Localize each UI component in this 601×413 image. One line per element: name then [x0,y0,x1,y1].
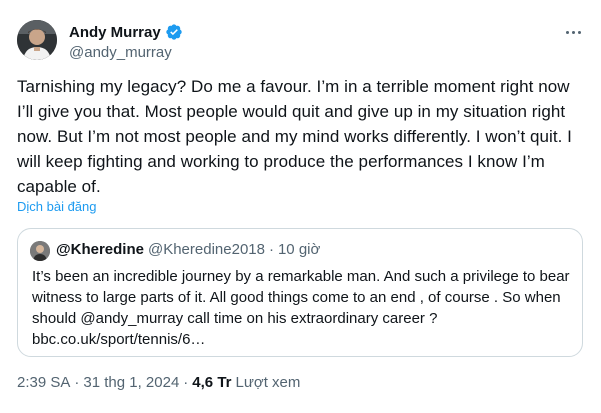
tweet-date[interactable]: 31 thg 1, 2024 [83,374,179,391]
quote-time: 10 giờ [277,241,321,258]
author-avatar[interactable] [17,20,57,60]
quote-author-name: @Kheredine [56,241,144,258]
more-options-icon[interactable] [562,24,584,40]
views-label: Lượt xem [235,374,301,391]
quote-separator: · [268,241,274,258]
tweet-meta: 2:39 SA · 31 thg 1, 2024 · 4,6 Tr Lượt x… [17,374,300,391]
quote-text: It’s been an incredible journey by a rem… [32,268,570,348]
translate-link[interactable]: Dịch bài đăng [17,199,97,214]
avatar-image [17,20,57,60]
author-name[interactable]: Andy Murray [69,24,161,41]
views-count: 4,6 Tr [192,374,232,391]
quote-author-avatar [30,241,50,261]
quote-author-handle: @Kheredine2018 [147,241,265,258]
verified-badge-icon [166,24,182,40]
author-name-row: Andy Murray [69,23,183,41]
author-handle[interactable]: @andy_murray [69,44,172,61]
tweet-text: Tarnishing my legacy? Do me a favour. I’… [17,77,572,196]
quote-avatar-image [30,241,50,261]
quoted-tweet[interactable]: @Kheredine @Kheredine2018 · 10 giờ It’s … [17,228,583,357]
tweet-header: Andy Murray @andy_murray [17,18,587,64]
meta-separator: · [74,374,80,391]
tweet: Andy Murray @andy_murray Tarnishing my l… [0,0,601,413]
quote-header: @Kheredine @Kheredine2018 · 10 giờ [56,241,320,258]
tweet-time[interactable]: 2:39 SA [17,374,70,391]
meta-separator-2: · [183,374,189,391]
